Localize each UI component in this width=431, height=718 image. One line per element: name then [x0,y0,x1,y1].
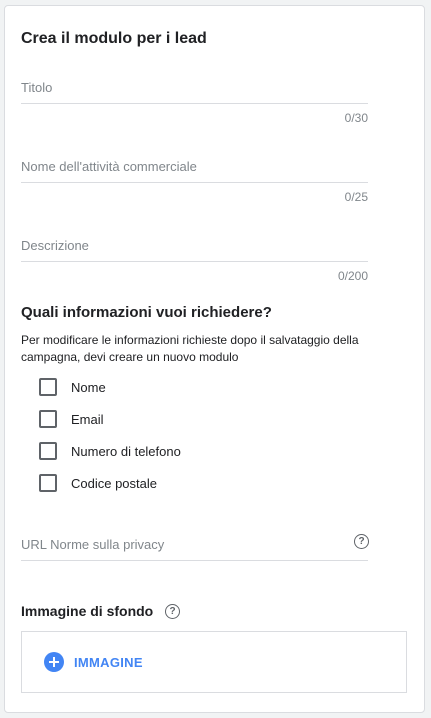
title-field[interactable]: Titolo 0/30 [21,80,372,125]
info-section-description: Per modificare le informazioni richieste… [21,333,359,364]
info-section-title: Quali informazioni vuoi richiedere? [21,304,272,321]
business-name-input[interactable] [21,159,372,187]
privacy-url-input[interactable] [21,537,372,565]
business-name-field[interactable]: Nome dell'attività commerciale 0/25 [21,159,372,204]
business-name-char-counter: 0/25 [344,190,368,204]
checkbox-name[interactable] [39,378,57,396]
checkbox-email[interactable] [39,410,57,428]
add-circle-icon [44,652,64,672]
add-image-button[interactable]: IMMAGINE [44,652,143,672]
checkbox-row-postal-code[interactable]: Codice postale [39,473,157,493]
checkbox-label-email: Email [71,411,104,427]
title-char-counter: 0/30 [344,111,368,125]
add-image-label: IMMAGINE [74,654,143,670]
privacy-url-field[interactable]: URL Norme sulla privacy [21,537,372,565]
checkbox-row-phone[interactable]: Numero di telefono [39,441,181,461]
checkbox-postal-code[interactable] [39,474,57,492]
background-image-title: Immagine di sfondo [21,603,154,619]
checkbox-row-name[interactable]: Nome [39,377,106,397]
description-char-counter: 0/200 [337,269,368,283]
checkbox-label-name: Nome [71,379,106,395]
title-input[interactable] [21,80,372,108]
description-field[interactable]: Descrizione 0/200 [21,238,372,283]
checkbox-label-phone: Numero di telefono [71,443,181,459]
checkbox-phone[interactable] [39,442,57,460]
form-title: Crea il modulo per i lead [21,30,207,47]
privacy-help-icon[interactable]: ? [354,534,369,549]
background-help-icon[interactable]: ? [165,604,180,619]
checkbox-label-postal-code: Codice postale [71,475,157,491]
background-image-box: IMMAGINE [21,631,407,693]
checkbox-row-email[interactable]: Email [39,409,104,429]
description-input[interactable] [21,238,372,266]
lead-form-card: Crea il modulo per i lead Titolo 0/30 No… [4,5,425,713]
